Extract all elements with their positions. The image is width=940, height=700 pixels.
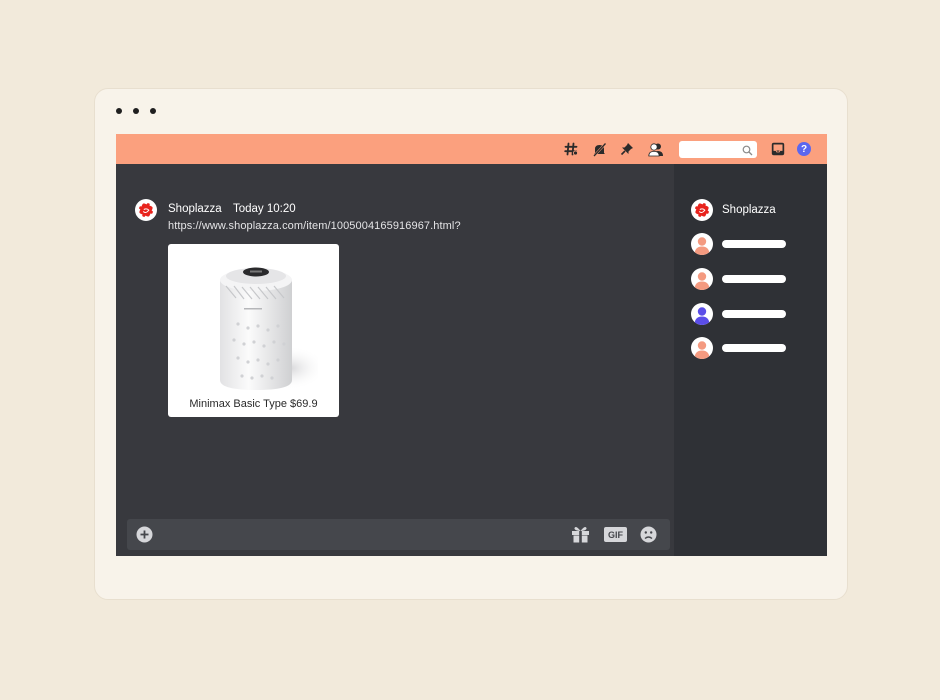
member-item[interactable] bbox=[691, 268, 786, 290]
shoplazza-logo bbox=[691, 199, 713, 221]
help-label: ? bbox=[797, 142, 811, 156]
window-dot[interactable] bbox=[150, 108, 156, 114]
search-icon[interactable] bbox=[742, 143, 753, 161]
top-toolbar: ? bbox=[116, 134, 827, 164]
member-item[interactable] bbox=[691, 337, 786, 359]
pin-icon[interactable] bbox=[619, 141, 635, 157]
gif-label: GIF bbox=[604, 527, 627, 542]
emoji-icon[interactable] bbox=[640, 526, 657, 543]
help-icon[interactable]: ? bbox=[796, 141, 812, 157]
user-avatar bbox=[691, 303, 713, 325]
user-avatar bbox=[691, 268, 713, 290]
gif-icon[interactable]: GIF bbox=[604, 527, 627, 542]
message-link[interactable]: https://www.shoplazza.com/item/100500416… bbox=[168, 220, 461, 232]
user-avatar bbox=[691, 337, 713, 359]
product-title[interactable]: Minimax Basic Type $69.9 bbox=[168, 398, 339, 410]
member-name-placeholder bbox=[722, 275, 786, 283]
member-item-shoplazza[interactable]: Shoplazza bbox=[691, 199, 776, 221]
browser-window: ? Shoplazza Today 10:20 https://www.shop… bbox=[94, 88, 848, 600]
member-name-placeholder bbox=[722, 344, 786, 352]
mute-icon[interactable] bbox=[591, 141, 607, 157]
hashtag-icon[interactable] bbox=[563, 141, 579, 157]
user-avatar bbox=[691, 233, 713, 255]
member-item[interactable] bbox=[691, 303, 786, 325]
window-dot[interactable] bbox=[116, 108, 122, 114]
air-purifier-product-image bbox=[220, 267, 318, 390]
message-author[interactable]: Shoplazza bbox=[168, 203, 222, 215]
chat-app: ? Shoplazza Today 10:20 https://www.shop… bbox=[116, 134, 827, 556]
inbox-icon[interactable] bbox=[770, 141, 786, 157]
product-card[interactable]: Minimax Basic Type $69.9 bbox=[168, 244, 339, 417]
add-icon[interactable] bbox=[136, 526, 153, 543]
window-dot[interactable] bbox=[133, 108, 139, 114]
search-input[interactable] bbox=[679, 141, 757, 158]
shoplazza-logo bbox=[135, 199, 157, 221]
member-name-placeholder bbox=[722, 310, 786, 318]
member-item[interactable] bbox=[691, 233, 786, 255]
member-list: Shoplazza bbox=[674, 164, 827, 556]
chat-panel: Shoplazza Today 10:20 https://www.shopla… bbox=[116, 164, 674, 556]
gift-icon[interactable] bbox=[571, 525, 590, 543]
message-composer[interactable]: GIF bbox=[127, 519, 670, 550]
member-name: Shoplazza bbox=[722, 204, 776, 216]
member-name-placeholder bbox=[722, 240, 786, 248]
message-timestamp: Today 10:20 bbox=[233, 203, 296, 215]
members-icon[interactable] bbox=[648, 141, 664, 157]
window-controls bbox=[116, 108, 156, 114]
